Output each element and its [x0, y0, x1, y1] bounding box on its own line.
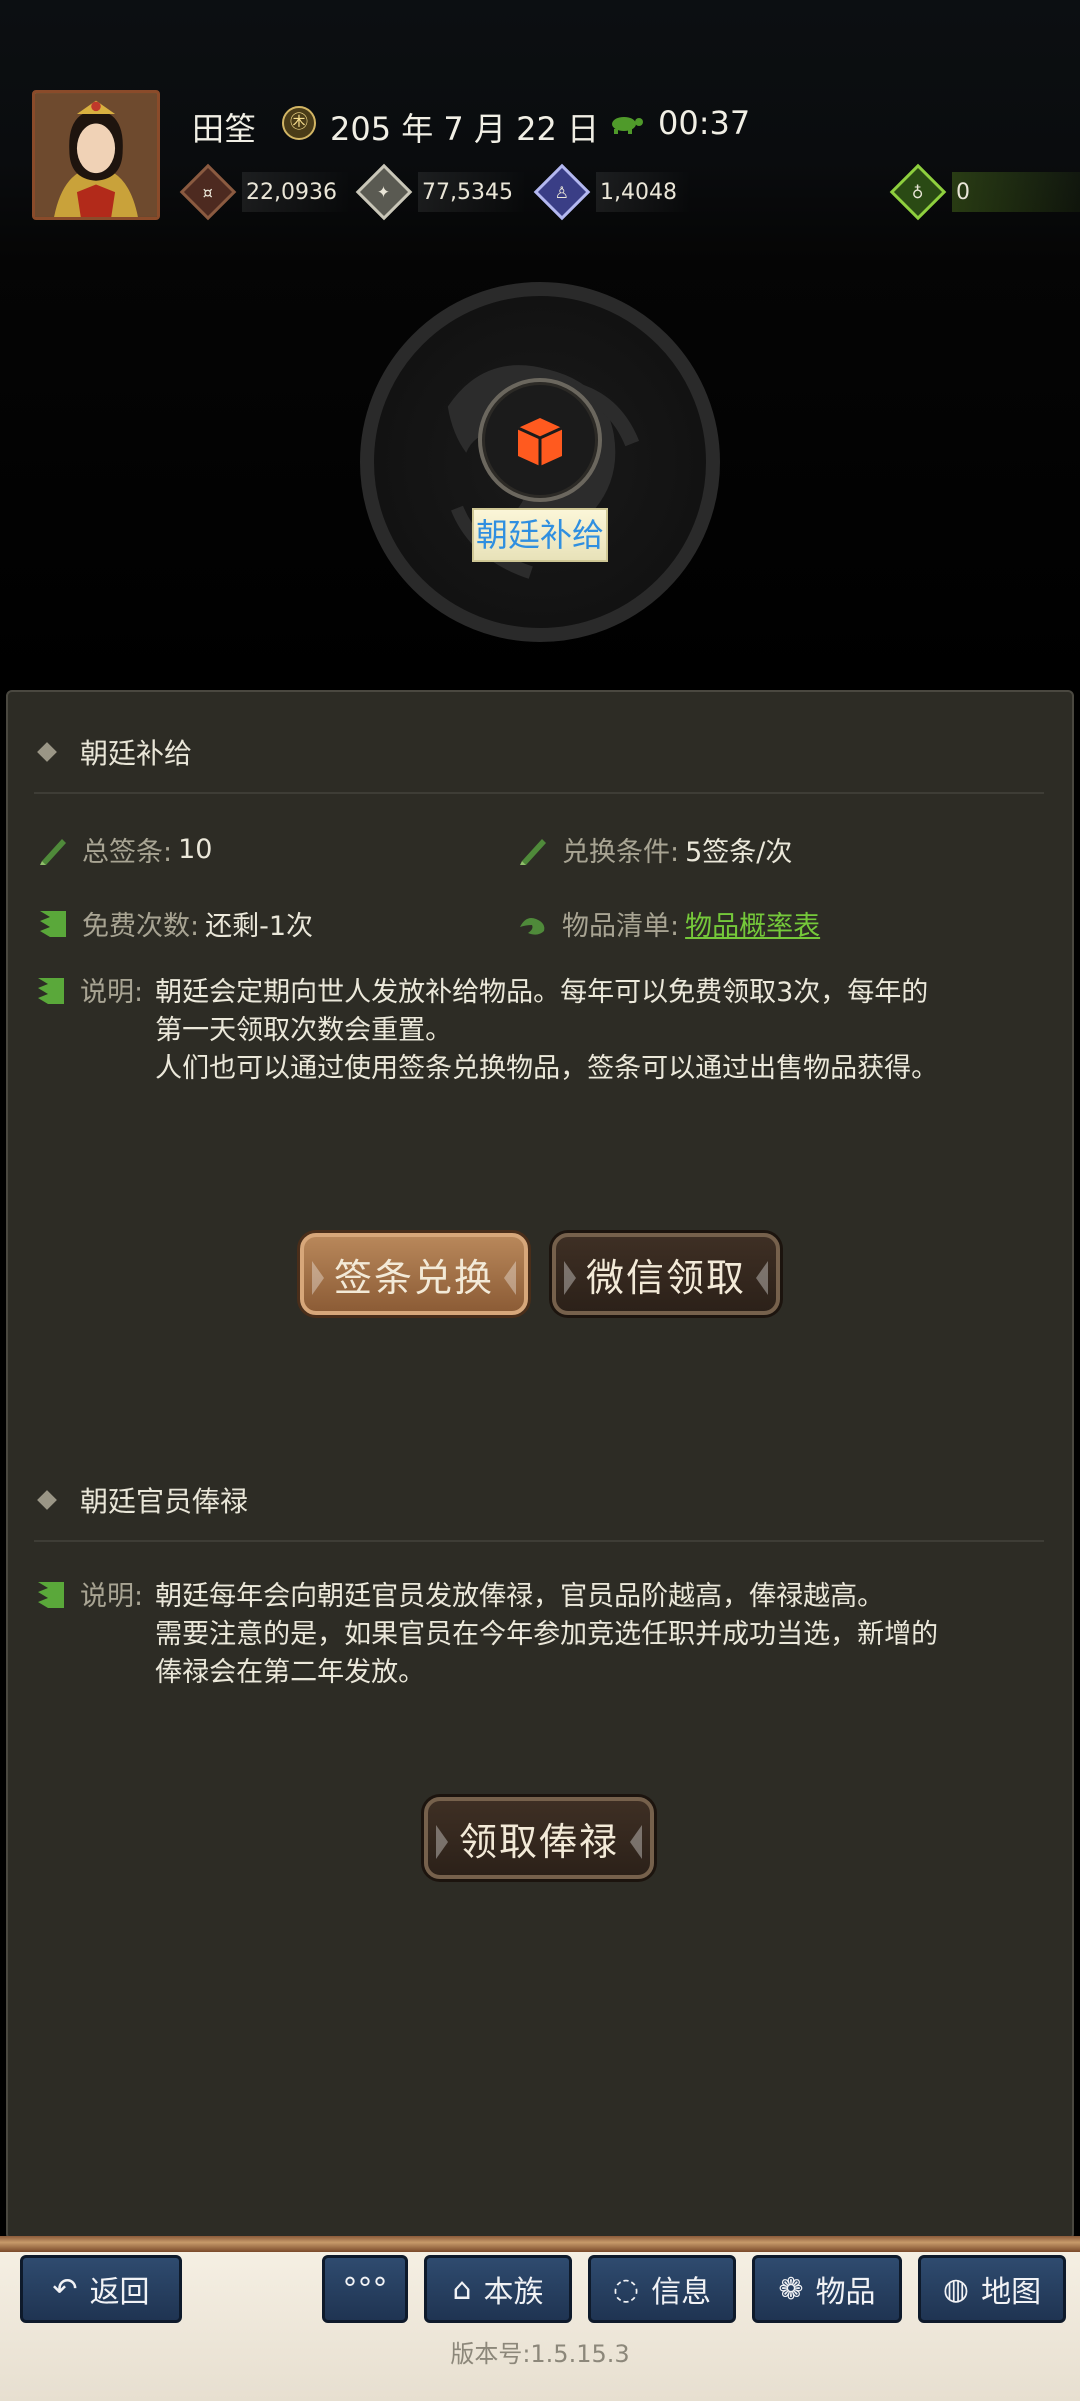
free-count-label: 免费次数: — [82, 911, 200, 942]
more-label: °°° — [342, 2271, 388, 2307]
claim-salary-label: 领取俸禄 — [458, 1819, 619, 1864]
game-date: 205 年 7 月 22 日 — [330, 110, 600, 148]
free-count-value: 还剩-1次 — [205, 911, 314, 942]
resource-copper[interactable]: ¤ 22,0936 — [179, 163, 351, 221]
clan-label: 本族 — [483, 2275, 544, 2310]
back-arrow-icon: ↶ — [52, 2271, 78, 2307]
ticket-icon — [520, 838, 546, 865]
back-label: 返回 — [89, 2275, 150, 2310]
globe-icon: ◍ — [942, 2271, 970, 2307]
resource-green-value: 0 — [956, 179, 970, 205]
exchange-condition: 兑换条件: 5签条/次 — [516, 830, 792, 869]
scroll-icon — [40, 910, 66, 937]
box-icon — [517, 418, 563, 466]
items-label: 物品 — [815, 2275, 876, 2310]
map-label: 地图 — [981, 2275, 1042, 2310]
chat-bubble-icon: ◌ — [612, 2271, 640, 2307]
divider — [34, 1540, 1044, 1542]
resource-green[interactable]: ♁ 0 — [889, 163, 1080, 221]
wechat-claim-button[interactable]: 微信领取 — [552, 1233, 780, 1315]
salary-description: 说明: 朝廷每年会向朝廷官员发放俸禄，官员品阶越高，俸禄越高。 需要注意的是，如… — [34, 1578, 1034, 1692]
supply-description: 说明: 朝廷会定期向世人发放补给物品。每年可以免费领取3次，每年的第一天领取次数… — [34, 974, 1034, 1088]
claim-salary-button[interactable]: 领取俸禄 — [424, 1797, 654, 1879]
exchange-value: 5签条/次 — [685, 837, 793, 868]
back-button[interactable]: ↶ 返回 — [20, 2255, 182, 2323]
grain-icon: ✦ — [355, 163, 413, 221]
speed-turtle-icon[interactable] — [606, 112, 646, 134]
salary-desc-line1: 朝廷每年会向朝廷官员发放俸禄，官员品阶越高，俸禄越高。 — [155, 1581, 885, 1612]
more-button[interactable]: °°° — [322, 2255, 408, 2323]
ticket-exchange-button[interactable]: 签条兑换 — [300, 1233, 528, 1315]
game-clock: 00:37 — [658, 104, 751, 142]
resource-purple[interactable]: ♙ 1,4048 — [533, 163, 691, 221]
total-tickets-value: 10 — [178, 834, 213, 865]
items-button[interactable]: ❁ 物品 — [752, 2255, 902, 2323]
supply-section-title: 朝廷补给 — [37, 732, 193, 772]
dragon-items-icon: ❁ — [778, 2271, 804, 2307]
supply-desc-body: 朝廷会定期向世人发放补给物品。每年可以免费领取3次，每年的第一天领取次数会重置。… — [155, 974, 955, 1088]
salary-desc-label: 说明: — [80, 1581, 144, 1612]
scroll-icon — [38, 1582, 64, 1608]
exchange-label: 兑换条件: — [562, 837, 680, 868]
avatar[interactable] — [32, 90, 160, 220]
supply-box-button[interactable] — [478, 378, 602, 502]
diamond-bullet-icon — [37, 1490, 57, 1510]
house-icon: ⌂ — [452, 2271, 472, 2307]
salary-desc-body: 朝廷每年会向朝廷官员发放俸禄，官员品阶越高，俸禄越高。 需要注意的是，如果官员在… — [155, 1578, 955, 1692]
money-bag-icon: ♁ — [889, 163, 947, 221]
resource-silver[interactable]: ✦ 77,5345 — [355, 163, 527, 221]
supply-section-title-text: 朝廷补给 — [80, 737, 193, 770]
resource-copper-value: 22,0936 — [246, 179, 337, 205]
supply-desc-label: 说明: — [80, 977, 144, 1008]
item-list-label: 物品清单: — [562, 911, 680, 942]
supply-label[interactable]: 朝廷补给 — [472, 508, 608, 562]
resource-purple-value: 1,4048 — [600, 179, 677, 205]
character-portrait — [35, 93, 157, 217]
coin-bag-icon: ¤ — [179, 163, 237, 221]
info-button[interactable]: ◌ 信息 — [588, 2255, 736, 2323]
salary-desc-line2: 需要注意的是，如果官员在今年参加竞选任职并成功当选，新增的俸禄会在第二年发放。 — [155, 1619, 939, 1688]
ticket-exchange-label: 签条兑换 — [333, 1255, 494, 1300]
divider — [34, 792, 1044, 794]
free-count: 免费次数: 还剩-1次 — [36, 904, 313, 943]
map-button[interactable]: ◍ 地图 — [918, 2255, 1066, 2323]
player-name: 田筌 — [192, 110, 257, 148]
salary-section-title-text: 朝廷官员俸禄 — [80, 1485, 249, 1518]
total-tickets: 总签条: 10 — [36, 830, 212, 869]
wechat-claim-label: 微信领取 — [585, 1255, 746, 1300]
item-probability-link[interactable]: 物品概率表 — [685, 904, 820, 943]
info-label: 信息 — [651, 2275, 712, 2310]
version-text: 版本号:1.5.15.3 — [450, 2340, 630, 2368]
season-icon: ㊍ — [282, 106, 316, 140]
diamond-bullet-icon — [37, 742, 57, 762]
salary-section-title: 朝廷官员俸禄 — [37, 1480, 249, 1520]
clan-button[interactable]: ⌂ 本族 — [424, 2255, 572, 2323]
resource-silver-value: 77,5345 — [422, 179, 513, 205]
total-tickets-label: 总签条: — [82, 837, 173, 868]
supply-desc-line1: 朝廷会定期向世人发放补给物品。每年可以免费领取3次，每年的第一天领取次数会重置。 — [155, 977, 929, 1046]
soldier-icon: ♙ — [533, 163, 591, 221]
scroll-icon — [38, 978, 64, 1004]
supply-desc-line2: 人们也可以通过使用签条兑换物品，签条可以通过出售物品获得。 — [155, 1053, 939, 1084]
dragon-list-icon — [520, 917, 545, 935]
nav-border — [0, 2236, 1080, 2252]
item-list: 物品清单: 物品概率表 — [516, 904, 820, 943]
ticket-icon — [40, 838, 66, 865]
